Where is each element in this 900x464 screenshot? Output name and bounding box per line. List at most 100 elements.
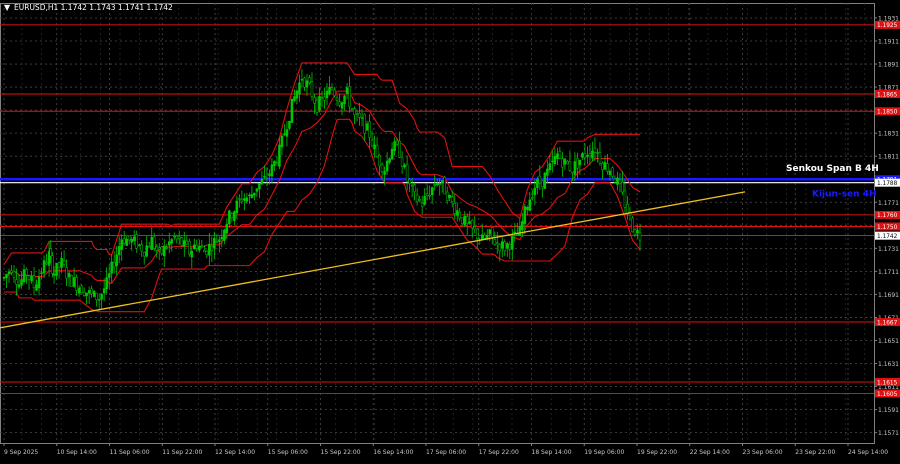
candle-body (548, 163, 552, 171)
x-tick-label: 17 Sep 22:00 (479, 449, 519, 456)
x-tick-label: 11 Sep 06:00 (110, 449, 150, 456)
candle-body (10, 270, 13, 273)
y-tick-label: 1.1631 (878, 361, 899, 368)
price-levels (0, 24, 874, 394)
candle-body (42, 260, 46, 274)
candle-body (325, 90, 329, 99)
candle-body (410, 184, 414, 187)
candle-body (383, 171, 386, 175)
candle-body (486, 234, 489, 239)
candle-body (450, 196, 454, 203)
y-tick-label: 1.1571 (878, 430, 899, 437)
candle-body (498, 244, 502, 252)
annotation-kijun-sen: Kijun-sen 4H (812, 190, 877, 200)
candles (2, 69, 642, 311)
candle-body (420, 202, 424, 207)
candle-body (448, 195, 451, 198)
candle-body (603, 161, 607, 170)
candle-body (280, 135, 284, 148)
candle-body (481, 234, 484, 240)
candle-body (183, 240, 186, 247)
candle-body (606, 163, 609, 172)
candle-body (255, 188, 259, 192)
candle-body (468, 221, 471, 224)
candle-body (55, 262, 58, 276)
chart-frame (0, 3, 875, 444)
candle-body (120, 239, 123, 250)
ichimoku-lower (4, 118, 641, 313)
candle-body (142, 251, 146, 257)
x-tick-label: 15 Sep 06:00 (268, 449, 308, 456)
candle-body (368, 121, 371, 138)
candle-body (631, 217, 634, 233)
candle-body (193, 244, 196, 250)
candle-body (583, 153, 587, 158)
candle-body (556, 153, 559, 159)
candle-body (568, 161, 572, 171)
candle-body (561, 158, 564, 168)
candle-body (190, 250, 194, 258)
candle-body (455, 210, 459, 216)
x-tick-label: 15 Sep 22:00 (321, 449, 361, 456)
candle-body (72, 277, 76, 287)
candle-body (102, 288, 106, 294)
candle-body (333, 89, 336, 96)
candle-body (173, 236, 176, 238)
candle-body (82, 291, 86, 296)
candle-body (473, 226, 476, 230)
candle-body (571, 171, 574, 174)
candle-body (638, 232, 642, 241)
candle-body (501, 241, 504, 249)
candle-body (283, 133, 286, 136)
candle-body (100, 294, 103, 300)
candle-body (178, 236, 181, 239)
candle-body (92, 290, 96, 297)
price-chart[interactable]: 1.19311.19111.18911.18711.18511.18311.18… (0, 0, 900, 460)
candle-body (423, 196, 426, 205)
candle-body (35, 284, 38, 291)
candle-body (453, 203, 456, 214)
candle-body (491, 227, 494, 238)
candle-body (626, 203, 629, 214)
candle-body (596, 152, 599, 154)
candle-body (20, 279, 23, 286)
candle-body (496, 242, 499, 245)
candle-body (30, 276, 33, 282)
candle-body (17, 284, 21, 288)
candle-body (225, 223, 229, 234)
candle-body (80, 285, 83, 294)
candle-body (385, 160, 389, 172)
candle-body (303, 77, 306, 88)
candle-body (298, 82, 301, 95)
candle-body (67, 272, 71, 278)
candle-body (152, 236, 156, 249)
candle-body (633, 228, 637, 235)
candle-body (413, 184, 416, 192)
candle-body (270, 164, 274, 177)
candle-body (273, 161, 276, 167)
candle-body (415, 194, 419, 202)
annotation-senkou-span-b: Senkou Span B 4H (786, 164, 879, 174)
candle-body (598, 152, 602, 164)
x-tick-label: 23 Sep 22:00 (795, 449, 835, 456)
candle-body (52, 273, 56, 276)
candle-body (7, 271, 11, 274)
candle-body (541, 180, 544, 188)
candle-body (390, 148, 394, 160)
candle-body (313, 97, 316, 104)
y-tick-label: 1.1831 (878, 131, 899, 138)
candle-body (65, 267, 68, 279)
candle-body (268, 173, 271, 176)
candle-body (395, 140, 399, 145)
candle-body (248, 194, 251, 197)
candle-body (340, 102, 344, 109)
candle-body (365, 123, 369, 131)
x-tick-label: 18 Sep 14:00 (532, 449, 572, 456)
x-tick-label: 24 Sep 14:00 (848, 449, 888, 456)
candle-body (210, 246, 214, 251)
candle-body (75, 277, 78, 291)
candle-body (601, 163, 604, 171)
x-tick-label: 9 Sep 2025 (4, 449, 38, 456)
candle-body (25, 269, 28, 276)
candle-body (353, 108, 356, 116)
